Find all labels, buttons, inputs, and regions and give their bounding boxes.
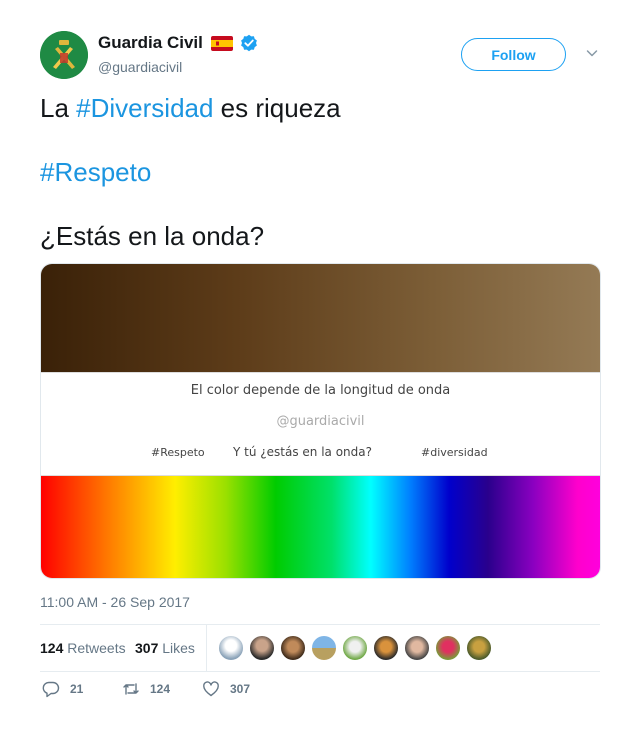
tweet-text-line-3: ¿Estás en la onda? <box>40 221 265 251</box>
retweet-count: 124 <box>150 682 171 696</box>
retweets-label: Retweets <box>67 640 126 656</box>
reply-button[interactable]: 21 <box>42 680 83 698</box>
liker-avatar[interactable] <box>280 635 306 661</box>
name-row: Guardia Civil <box>98 33 258 53</box>
tweet-text-line-2: #Respeto <box>40 157 151 188</box>
reply-icon <box>42 681 60 698</box>
liker-avatar[interactable] <box>311 635 337 661</box>
engagement-stats: 124 Retweets 307 Likes <box>40 625 600 671</box>
liker-avatar[interactable] <box>342 635 368 661</box>
liker-avatar[interactable] <box>435 635 461 661</box>
liker-avatar[interactable] <box>466 635 492 661</box>
like-button[interactable]: 307 <box>202 680 250 698</box>
likes-count: 307 <box>135 640 159 656</box>
display-name[interactable]: Guardia Civil <box>98 33 203 53</box>
spain-flag-icon <box>210 35 233 51</box>
tweet-text: es riqueza <box>213 93 341 123</box>
liker-avatars <box>218 635 497 661</box>
divider <box>40 671 600 672</box>
avatar[interactable] <box>40 31 88 79</box>
guardia-civil-emblem-icon <box>40 31 88 79</box>
hashtag-respeto[interactable]: #Respeto <box>40 157 151 187</box>
liker-avatar[interactable] <box>218 635 244 661</box>
like-count: 307 <box>230 682 251 696</box>
retweets-count: 124 <box>40 640 64 656</box>
liker-avatar[interactable] <box>373 635 399 661</box>
tweet-timestamp[interactable]: 11:00 AM - 26 Sep 2017 <box>40 594 190 610</box>
likes-stat[interactable]: 307 Likes <box>135 640 195 656</box>
image-caption-handle: @guardiacivil <box>276 414 365 429</box>
liker-avatar[interactable] <box>249 635 275 661</box>
retweet-button[interactable]: 124 <box>122 680 170 698</box>
caption-band: El color depende de la longitud de onda … <box>41 372 600 476</box>
follow-button[interactable]: Follow <box>461 38 566 71</box>
retweet-icon <box>123 683 139 695</box>
user-handle[interactable]: @guardiacivil <box>98 59 182 75</box>
image-caption-tag-right: #diversidad <box>421 446 488 459</box>
reply-count: 21 <box>70 682 84 696</box>
liker-avatar[interactable] <box>404 635 430 661</box>
tweet-actions: 21 124 307 <box>40 680 600 706</box>
chevron-down-icon[interactable] <box>586 47 598 59</box>
heart-icon <box>203 681 219 697</box>
retweets-stat[interactable]: 124 Retweets <box>40 640 126 656</box>
image-caption-tag-left: #Respeto <box>151 446 205 459</box>
tweet-text-line-1: La #Diversidad es riqueza <box>40 93 341 124</box>
color-spectrum-band <box>41 476 600 578</box>
divider <box>206 625 207 671</box>
likes-label: Likes <box>162 640 195 656</box>
tweet-text: La <box>40 93 77 123</box>
hashtag-diversidad[interactable]: #Diversidad <box>76 93 213 123</box>
skin-tone-gradient-band <box>41 264 600 372</box>
image-caption-center: Y tú ¿estás en la onda? <box>233 445 372 459</box>
verified-badge-icon <box>240 34 258 52</box>
image-caption-main: El color depende de la longitud de onda <box>190 383 451 398</box>
tweet-image[interactable]: El color depende de la longitud de onda … <box>40 263 601 579</box>
